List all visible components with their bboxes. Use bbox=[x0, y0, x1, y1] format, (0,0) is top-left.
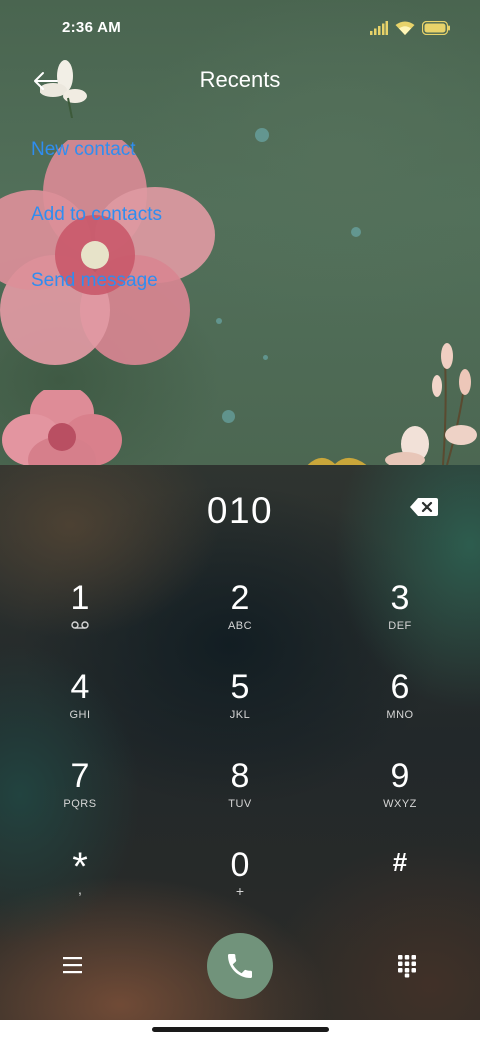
app-header: Recents bbox=[0, 56, 480, 106]
bokeh-light bbox=[222, 410, 235, 423]
key-2[interactable]: 2 ABC bbox=[180, 578, 300, 658]
key-digit: 0 bbox=[230, 846, 250, 884]
signal-icon bbox=[370, 21, 388, 35]
bokeh-light bbox=[263, 355, 268, 360]
key-1[interactable]: 1 bbox=[20, 578, 140, 658]
key-digit: 7 bbox=[70, 757, 90, 795]
key-letters: PQRS bbox=[63, 798, 97, 810]
key-digit: 4 bbox=[70, 668, 90, 706]
flower-decoration bbox=[0, 140, 215, 365]
key-letters: TUV bbox=[228, 798, 252, 810]
key-letters: WXYZ bbox=[383, 798, 417, 810]
status-bar: 2:36 AM bbox=[0, 0, 480, 56]
wifi-icon bbox=[395, 21, 415, 35]
key-digit: 5 bbox=[230, 668, 250, 706]
home-indicator[interactable] bbox=[152, 1027, 329, 1032]
battery-icon bbox=[422, 21, 450, 35]
key-9[interactable]: 9 WXYZ bbox=[340, 756, 460, 836]
status-time: 2:36 AM bbox=[62, 19, 122, 36]
key-digit: 6 bbox=[390, 668, 410, 706]
flower-decoration-small bbox=[2, 390, 122, 465]
key-letters: MNO bbox=[386, 709, 414, 721]
backspace-icon bbox=[410, 498, 438, 516]
dialpad-panel: 010 1 2 ABC 3 DEF 4 GHI 5 JKL 6 MNO 7 PQ… bbox=[0, 465, 480, 1020]
backspace-button[interactable] bbox=[410, 498, 444, 520]
status-icons bbox=[370, 19, 450, 37]
bokeh-light bbox=[351, 227, 361, 237]
key-digit: 9 bbox=[390, 757, 410, 795]
page-title: Recents bbox=[199, 67, 281, 92]
key-letters: + bbox=[235, 883, 245, 899]
phone-icon bbox=[228, 954, 252, 978]
key-digit: 8 bbox=[230, 757, 250, 795]
key-digit: 3 bbox=[390, 579, 410, 617]
voicemail-icon bbox=[71, 621, 89, 629]
bokeh-light bbox=[216, 318, 222, 324]
keypad-toggle-button[interactable] bbox=[397, 954, 417, 983]
key-5[interactable]: 5 JKL bbox=[180, 667, 300, 747]
keypad-icon bbox=[398, 955, 416, 978]
key-letters: DEF bbox=[388, 620, 412, 632]
key-letters: , bbox=[78, 881, 82, 897]
system-navigation-bar bbox=[0, 1020, 480, 1040]
send-message-link[interactable]: Send message bbox=[31, 270, 158, 292]
key-digit: 1 bbox=[70, 579, 90, 617]
leaf-decoration bbox=[307, 458, 367, 465]
key-8[interactable]: 8 TUV bbox=[180, 756, 300, 836]
buds-decoration bbox=[385, 343, 477, 465]
key-7[interactable]: 7 PQRS bbox=[20, 756, 140, 836]
new-contact-link[interactable]: New contact bbox=[31, 139, 136, 161]
menu-icon bbox=[63, 957, 82, 974]
key-6[interactable]: 6 MNO bbox=[340, 667, 460, 747]
add-to-contacts-link[interactable]: Add to contacts bbox=[31, 204, 162, 226]
dialed-number[interactable]: 010 bbox=[0, 490, 480, 532]
key-letters: JKL bbox=[229, 709, 251, 721]
key-letters bbox=[20, 620, 140, 634]
key-digit: 2 bbox=[230, 579, 250, 617]
menu-button[interactable] bbox=[62, 955, 84, 980]
key-4[interactable]: 4 GHI bbox=[20, 667, 140, 747]
bokeh-light bbox=[255, 128, 269, 142]
key-letters: ABC bbox=[227, 620, 253, 632]
key-star[interactable]: * , bbox=[20, 845, 140, 925]
call-button[interactable] bbox=[207, 933, 273, 999]
key-hash[interactable]: # bbox=[340, 845, 460, 925]
key-3[interactable]: 3 DEF bbox=[340, 578, 460, 658]
key-digit: # bbox=[392, 847, 408, 877]
key-0[interactable]: 0 + bbox=[180, 845, 300, 925]
key-letters: GHI bbox=[69, 709, 91, 721]
